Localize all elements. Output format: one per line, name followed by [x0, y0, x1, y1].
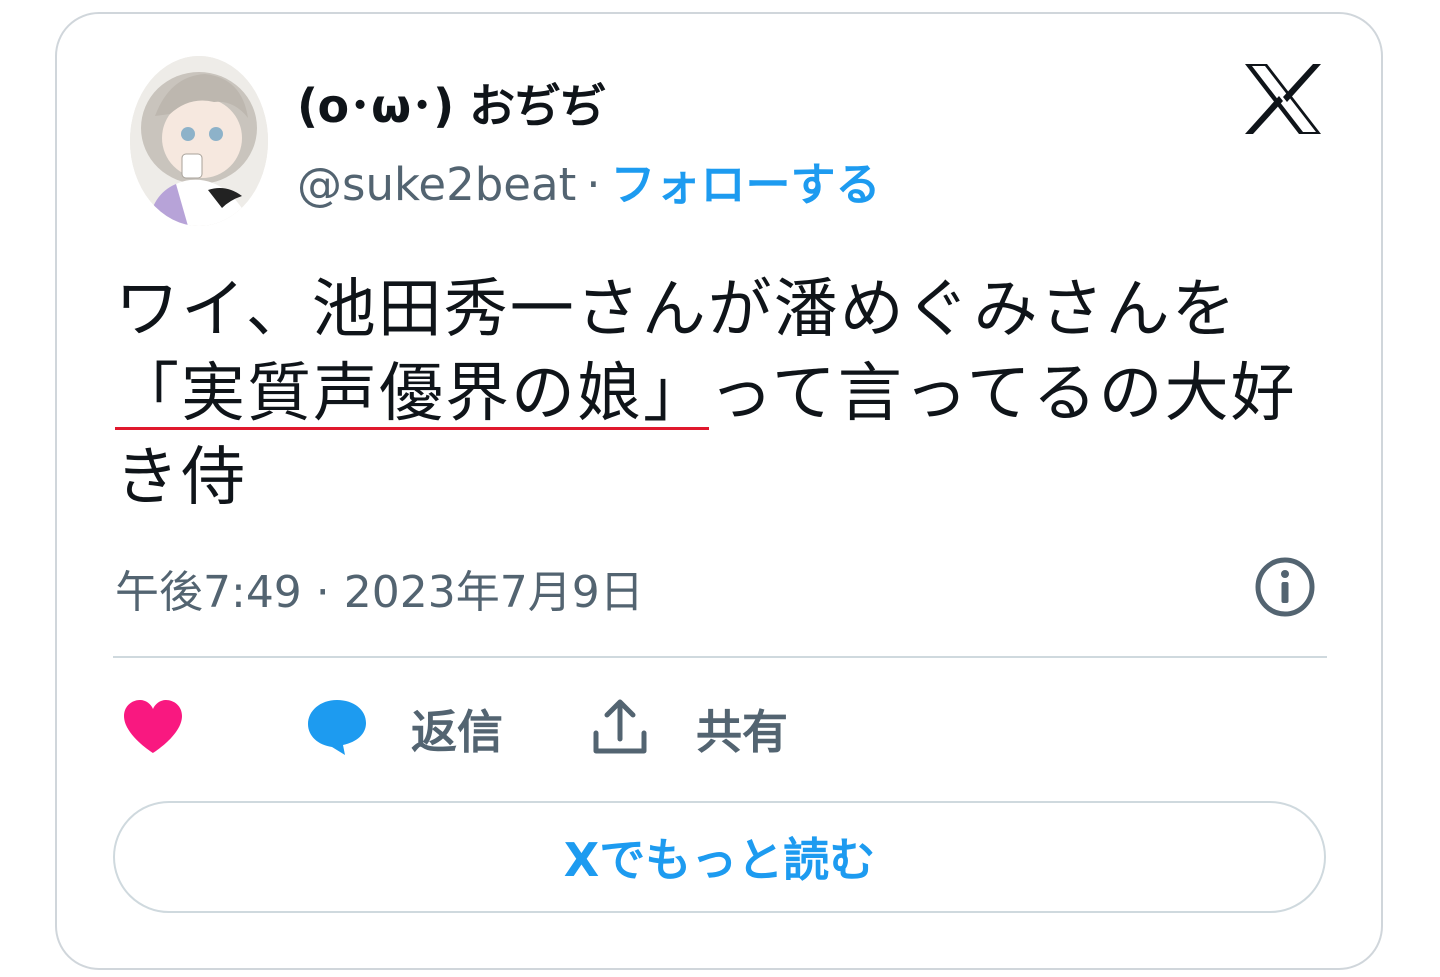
author-handle-row: @suke2beat · フォローする	[297, 148, 881, 213]
reply-button[interactable]: 返信	[305, 696, 503, 762]
author-display-name[interactable]: (o･ω･) おぢぢ	[297, 70, 606, 136]
share-button[interactable]: 共有	[590, 696, 788, 762]
x-logo-icon[interactable]	[1243, 62, 1323, 136]
speech-bubble-icon	[305, 697, 369, 761]
tweet-text-part: ワイ、池田秀一さんが潘めぐみさんを	[115, 273, 1238, 347]
share-label: 共有	[696, 705, 788, 759]
reply-label: 返信	[411, 705, 503, 759]
handle-separator: ·	[586, 158, 601, 211]
tweet-timestamp[interactable]: 午後7:49 · 2023年7月9日	[115, 556, 644, 620]
avatar-illustration	[130, 56, 268, 226]
tweet-text: ワイ、池田秀一さんが潘めぐみさんを 「実質声優界の娘」って言ってるの大好き侍	[115, 268, 1340, 520]
divider	[113, 656, 1327, 658]
heart-icon	[122, 699, 184, 759]
tweet-text-underlined: 「実質声優界の娘」	[115, 357, 709, 431]
avatar[interactable]	[130, 56, 268, 226]
like-button[interactable]	[122, 696, 184, 762]
read-more-button[interactable]: Xでもっと読む	[113, 801, 1326, 913]
author-handle[interactable]: @suke2beat	[297, 158, 576, 211]
follow-link[interactable]: フォローする	[611, 158, 881, 211]
info-icon[interactable]	[1254, 556, 1316, 618]
share-upload-icon	[590, 697, 650, 761]
